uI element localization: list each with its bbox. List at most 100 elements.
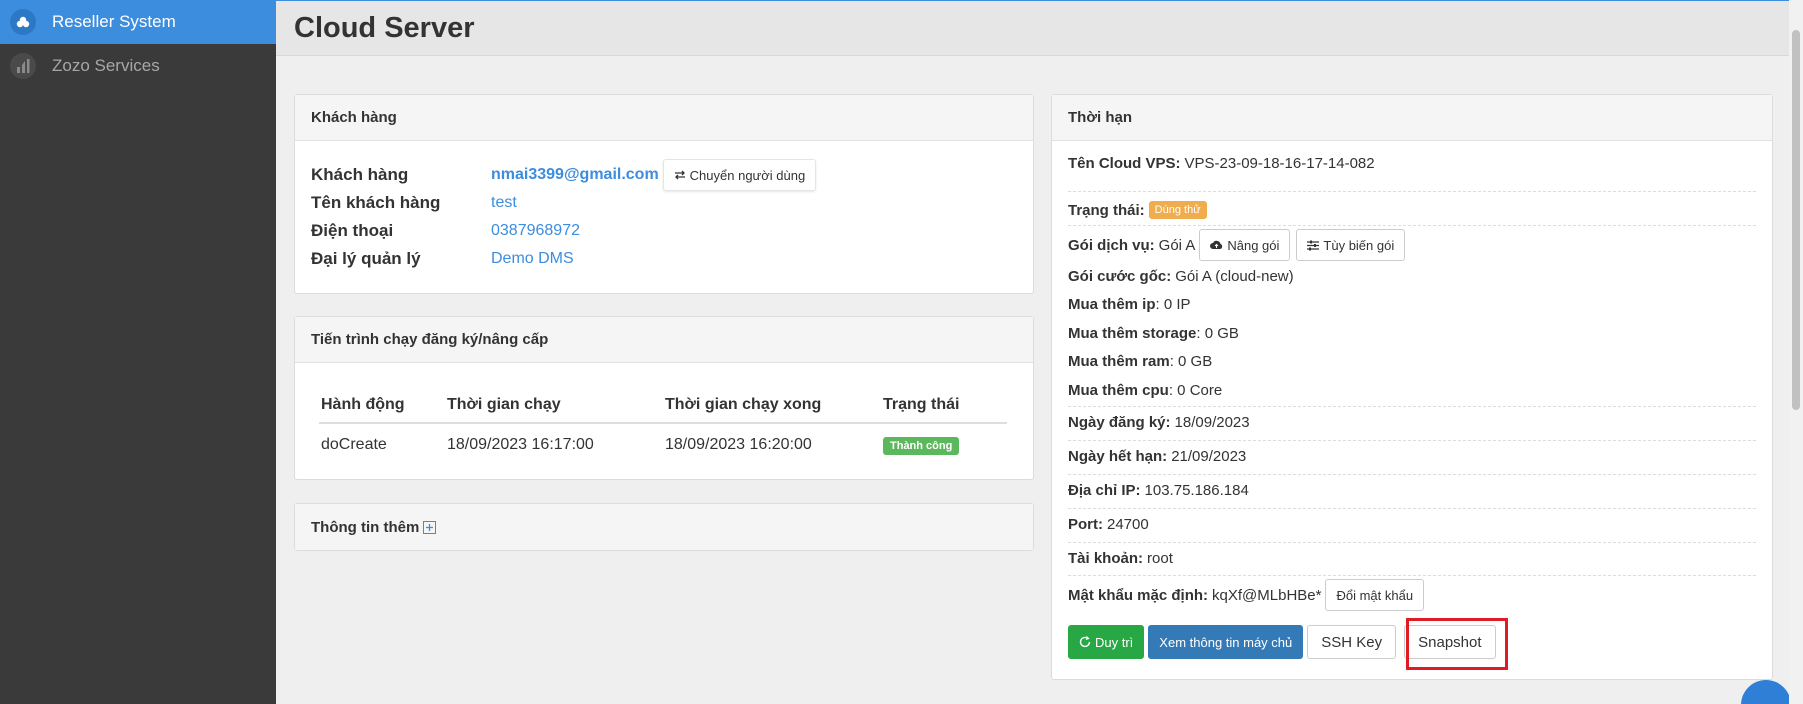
divider (1068, 474, 1756, 475)
chat-bubble-button[interactable] (1741, 680, 1791, 704)
start-time-cell: 18/09/2023 16:17:00 (447, 435, 594, 453)
refresh-icon (1079, 636, 1091, 648)
process-table: Hành động Thời gian chạy Thời gian chạy … (319, 387, 1007, 465)
expire-date-row: Ngày hết hạn: 21/09/2023 (1068, 445, 1756, 467)
customer-label: Khách hàng (311, 165, 409, 184)
account-label: Tài khoản: (1068, 549, 1144, 567)
package-label: Gói dịch vụ: (1068, 236, 1155, 254)
extra-storage-value: : 0 GB (1196, 324, 1239, 342)
vps-name-row: Tên Cloud VPS: VPS-23-09-18-16-17-14-082 (1068, 155, 1756, 172)
extra-ram-label: Mua thêm ram (1068, 352, 1170, 370)
scrollbar-thumb[interactable] (1792, 30, 1800, 410)
ip-address-label: Địa chỉ IP: (1068, 481, 1141, 499)
view-server-info-button[interactable]: Xem thông tin máy chủ (1148, 625, 1304, 659)
divider (1068, 508, 1756, 509)
extra-ip-label: Mua thêm ip (1068, 295, 1156, 313)
column-header-end: Thời gian chạy xong (663, 387, 881, 424)
chart-icon (10, 53, 36, 79)
register-date-label: Ngày đăng ký: (1068, 413, 1171, 431)
page-scrollbar[interactable] (1789, 0, 1803, 704)
switch-user-label: Chuyển người dùng (689, 167, 806, 183)
status-badge: Thành công (883, 436, 960, 455)
maintain-button[interactable]: Duy trì (1068, 625, 1145, 659)
password-label: Mật khẩu mặc định: (1068, 586, 1209, 604)
divider (1068, 406, 1756, 407)
extra-storage-row: Mua thêm storage : 0 GB (1068, 322, 1756, 344)
ssh-key-button[interactable]: SSH Key (1307, 625, 1397, 659)
extra-cpu-label: Mua thêm cpu (1068, 381, 1169, 399)
customer-phone-link[interactable]: 0387968972 (491, 222, 580, 240)
upgrade-package-label: Nâng gói (1227, 237, 1280, 253)
term-panel: Thời hạn Tên Cloud VPS: VPS-23-09-18-16-… (1051, 94, 1773, 680)
process-panel-heading: Tiến trình chạy đăng ký/nâng cấp (295, 317, 1033, 363)
expand-plus-icon[interactable] (423, 520, 437, 534)
change-password-button[interactable]: Đổi mật khẩu (1325, 579, 1425, 611)
base-plan-row: Gói cước gốc: Gói A (cloud-new) (1068, 265, 1756, 287)
extra-cpu-value: : 0 Core (1168, 381, 1223, 399)
term-panel-heading: Thời hạn (1052, 95, 1772, 141)
sidebar-item-label: Zozo Services (52, 56, 160, 75)
customer-name-label: Tên khách hàng (311, 193, 441, 212)
extra-ram-value: : 0 GB (1169, 352, 1213, 370)
customize-package-label: Tùy biến gói (1323, 237, 1395, 253)
cloud-upload-icon (1210, 240, 1223, 249)
extra-storage-label: Mua thêm storage (1068, 324, 1197, 342)
switch-user-button[interactable]: Chuyển người dùng (662, 159, 817, 191)
extra-ram-row: Mua thêm ram : 0 GB (1068, 350, 1756, 372)
sidebar-item-zozo-services[interactable]: Zozo Services (0, 44, 276, 88)
more-info-label: Thông tin thêm (311, 518, 420, 536)
ip-address-value: 103.75.186.184 (1144, 481, 1249, 499)
table-row: doCreate 18/09/2023 16:17:00 18/09/2023 … (319, 423, 1007, 465)
register-date-row: Ngày đăng ký: 18/09/2023 (1068, 411, 1756, 433)
register-date-value: 18/09/2023 (1174, 413, 1250, 431)
column-header-start: Thời gian chạy (445, 387, 663, 424)
main-content: Cloud Server Khách hàng Khách hàng nmai3… (276, 0, 1803, 704)
customer-email-link[interactable]: nmai3399@gmail.com (491, 166, 659, 184)
process-panel: Tiến trình chạy đăng ký/nâng cấp Hành độ… (294, 316, 1034, 480)
column-header-status: Trạng thái (881, 387, 1007, 424)
customer-agent-row: Đại lý quản lý Demo DMS (311, 249, 574, 269)
sidebar-item-reseller-system[interactable]: Reseller System (0, 0, 276, 44)
divider (1068, 225, 1756, 226)
customer-name-link[interactable]: test (491, 194, 517, 212)
extra-ip-value: : 0 IP (1155, 295, 1191, 313)
customer-agent-link[interactable]: Demo DMS (491, 250, 574, 268)
vps-name-label: Tên Cloud VPS: (1068, 155, 1181, 172)
base-plan-value: Gói A (cloud-new) (1175, 267, 1294, 285)
customer-phone-label: Điện thoại (311, 221, 394, 240)
divider (1068, 542, 1756, 543)
vps-name-value: VPS-23-09-18-16-17-14-082 (1184, 155, 1375, 172)
divider (1068, 440, 1756, 441)
page-header: Cloud Server (276, 0, 1803, 56)
package-value: Gói A (1158, 236, 1196, 254)
status-label: Trạng thái: (1068, 201, 1145, 219)
upgrade-package-button[interactable]: Nâng gói (1199, 229, 1291, 261)
password-row: Mật khẩu mặc định: kqXf@MLbHBe* Đổi mật … (1068, 579, 1756, 611)
swap-icon (674, 170, 685, 180)
customer-phone-row: Điện thoại 0387968972 (311, 221, 580, 241)
table-header-row: Hành động Thời gian chạy Thời gian chạy … (319, 387, 1007, 424)
customize-package-button[interactable]: Tùy biến gói (1296, 229, 1406, 261)
expire-date-label: Ngày hết hạn: (1068, 447, 1168, 465)
customer-name-row: Tên khách hàng test (311, 193, 517, 213)
package-row: Gói dịch vụ: Gói A Nâng gói Tùy biến gói (1068, 229, 1756, 261)
port-label: Port: (1068, 515, 1103, 533)
maintain-label: Duy trì (1095, 634, 1134, 650)
ip-address-row: Địa chỉ IP: 103.75.186.184 (1068, 479, 1756, 501)
sidebar: Reseller System Zozo Services (0, 0, 276, 704)
end-time-cell: 18/09/2023 16:20:00 (665, 435, 812, 453)
extra-cpu-row: Mua thêm cpu : 0 Core (1068, 379, 1756, 401)
action-cell: doCreate (321, 435, 387, 453)
divider (1068, 191, 1756, 192)
account-value: root (1147, 549, 1173, 567)
more-info-heading[interactable]: Thông tin thêm (295, 504, 1033, 550)
sidebar-item-label: Reseller System (52, 12, 176, 31)
sliders-icon (1307, 240, 1320, 250)
customer-panel: Khách hàng Khách hàng nmai3399@gmail.com… (294, 94, 1034, 294)
status-cell: Thành công (881, 423, 1007, 465)
base-plan-label: Gói cước gốc: (1068, 267, 1172, 285)
snapshot-highlight-box (1406, 618, 1508, 670)
port-row: Port: 24700 (1068, 513, 1756, 535)
customer-agent-label: Đại lý quản lý (311, 249, 421, 268)
status-row: Trạng thái: Dùng thử (1068, 199, 1756, 221)
